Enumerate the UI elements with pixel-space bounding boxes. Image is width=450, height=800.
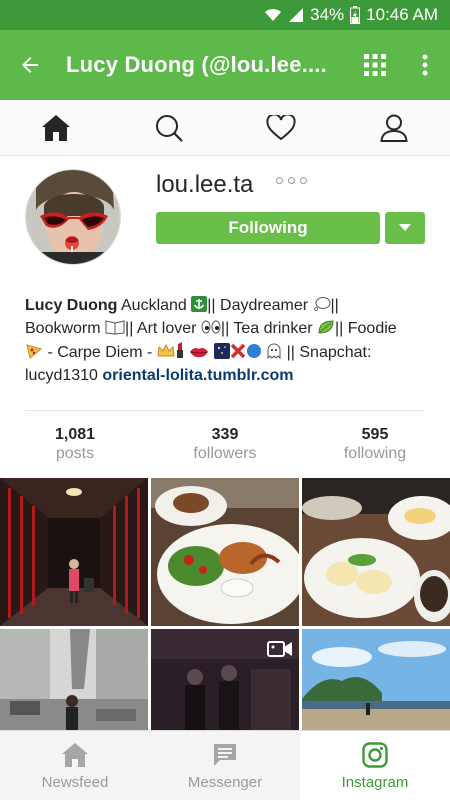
photo-beach[interactable] [302,629,450,730]
suggestions-dropdown-button[interactable] [385,212,425,244]
eyes-icon [201,319,221,341]
lipstick-icon [175,341,185,365]
battery-icon [350,6,361,24]
profile-bio: Lucy Duong Auckland || Daydreamer || Boo… [25,295,430,386]
instagram-tabs [0,100,450,156]
grid-icon [364,54,386,76]
nav-label: Newsfeed [41,773,109,791]
grid-view-button[interactable] [350,30,400,100]
bio-text: || Snapchat: [286,344,372,361]
stat-label: followers [193,445,257,462]
pizza-icon [25,343,43,365]
more-vert-icon [422,54,428,76]
avatar[interactable] [25,169,121,265]
instagram-icon [362,741,388,768]
blue-circle-icon [246,343,262,365]
back-arrow-icon [22,57,38,73]
stat-value: 339 [211,426,239,443]
profile-stats: 1,081 posts 339 followers 595 following [0,426,450,466]
anchor-icon [191,296,208,318]
back-button[interactable] [0,30,60,100]
status-bar: 34% 10:46 AM [0,0,450,30]
bio-text: - Carpe Diem - [43,344,157,361]
bio-text: Auckland [117,297,192,314]
heart-icon [266,114,296,140]
photo-grid [0,478,450,730]
bio-text: || Art lover [125,320,201,337]
clock: 10:46 AM [366,5,438,24]
night-sky-icon [213,343,230,365]
bio-text: lucyd1310 [25,367,103,384]
thought-bubble-icon [313,296,331,318]
nav-label: Messenger [187,773,263,791]
divider [25,410,425,411]
nav-label: Instagram [341,773,409,791]
chat-icon [214,743,236,766]
following-count[interactable]: 595 following [320,426,430,463]
tab-profile[interactable] [364,100,424,156]
followers-count[interactable]: 339 followers [170,426,280,463]
tab-activity[interactable] [251,100,311,156]
nav-instagram[interactable]: Instagram [300,731,450,800]
photo-street[interactable] [0,629,148,730]
tab-home[interactable] [26,100,86,156]
photo-brunch-table[interactable] [302,478,450,626]
posts-count[interactable]: 1,081 posts [20,426,130,463]
bio-text: || Daydreamer [207,297,313,314]
stat-value: 595 [361,426,389,443]
chevron-down-icon [399,224,411,231]
profile-username: lou.lee.ta [156,171,254,198]
bio-text: Bookworm [25,320,106,337]
bio-website-link[interactable]: oriental-lolita.tumblr.com [102,367,293,384]
tea-leaf-icon [317,319,335,341]
nav-messenger[interactable]: Messenger [150,731,300,800]
home-icon [62,742,88,767]
bio-name: Lucy Duong [25,297,118,314]
bio-text: || [330,297,339,314]
photo-salad-plate[interactable] [151,478,299,626]
stat-value: 1,081 [54,426,96,443]
wifi-icon [264,7,282,23]
ghost-icon [266,343,282,365]
photo-corridor[interactable] [0,478,148,626]
lips-icon [189,344,209,365]
tab-search[interactable] [139,100,199,156]
signal-icon [288,7,304,23]
stat-label: posts [55,445,95,462]
book-icon [105,319,125,341]
photo-video-dark[interactable] [151,629,299,730]
video-camera-icon [267,641,292,657]
bio-text: || Foodie [334,320,397,337]
bottom-navigation: Newsfeed Messenger Instagram [0,730,450,800]
search-icon [155,114,183,142]
person-icon [380,114,408,142]
battery-percent: 34% [310,5,345,24]
cross-mark-icon [230,343,246,365]
nav-newsfeed[interactable]: Newsfeed [0,731,150,800]
profile-options-icon[interactable] [276,177,307,184]
crown-icon [157,343,175,365]
profile-header: lou.lee.ta Following [0,157,450,272]
following-button[interactable]: Following [156,212,380,244]
more-options-button[interactable] [400,30,450,100]
stat-label: following [343,445,407,462]
bio-text: || Tea drinker [220,320,317,337]
page-title: Lucy Duong (@lou.lee.... [66,52,327,77]
app-bar: Lucy Duong (@lou.lee.... [0,30,450,100]
home-icon [42,114,71,141]
